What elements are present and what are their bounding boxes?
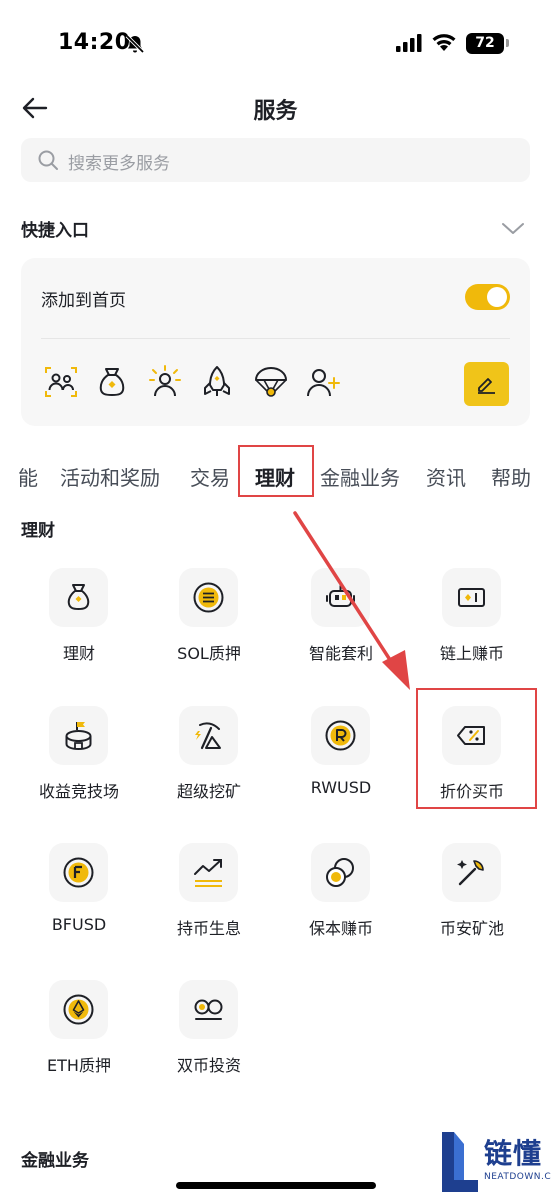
trend-up-icon bbox=[194, 859, 222, 887]
search-placeholder: 搜索更多服务 bbox=[68, 154, 170, 174]
tab-activities[interactable]: 活动和奖励 bbox=[60, 462, 160, 491]
chevron-down-icon[interactable] bbox=[500, 218, 526, 238]
search-icon bbox=[38, 150, 58, 170]
tile bbox=[179, 843, 238, 902]
nav-bar: 服务 bbox=[0, 85, 551, 130]
arena-icon bbox=[65, 722, 92, 751]
service-label: BFUSD bbox=[51, 915, 107, 934]
tile bbox=[49, 568, 108, 627]
money-bag-icon bbox=[67, 584, 90, 610]
service-rwusd[interactable]: RWUSD bbox=[276, 706, 406, 816]
tab-finance[interactable]: 金融业务 bbox=[320, 462, 400, 491]
tile bbox=[311, 706, 370, 765]
service-label: 币安矿池 bbox=[439, 919, 504, 938]
mining-pool-icon bbox=[457, 860, 484, 886]
tile bbox=[49, 980, 108, 1039]
tile bbox=[311, 843, 370, 902]
add-to-home-label: 添加到首页 bbox=[41, 291, 126, 311]
service-mining-pool[interactable]: 币安矿池 bbox=[407, 843, 537, 953]
watermark-text: 链懂 bbox=[484, 1137, 543, 1170]
rocket-icon[interactable] bbox=[199, 364, 235, 400]
battery-tip bbox=[506, 39, 509, 47]
service-label: 保本赚币 bbox=[308, 919, 373, 938]
highlight-box bbox=[416, 688, 537, 809]
tab-news[interactable]: 资讯 bbox=[426, 462, 466, 491]
finance-section-title: 金融业务 bbox=[21, 1151, 89, 1171]
tab-features[interactable]: 能 bbox=[18, 462, 38, 491]
service-label: ETH质押 bbox=[47, 1056, 111, 1075]
tile bbox=[49, 843, 108, 902]
watermark-sub: NEATDOWN.COM bbox=[484, 1172, 551, 1182]
sol-coin-icon bbox=[193, 582, 224, 613]
tile bbox=[442, 843, 501, 902]
watermark-logo: 链懂 NEATDOWN.COM bbox=[430, 1124, 551, 1200]
add-user-icon[interactable] bbox=[305, 364, 341, 400]
service-label: 链上赚币 bbox=[439, 644, 504, 663]
bfusd-coin-icon bbox=[63, 857, 94, 888]
service-label: 智能套利 bbox=[308, 644, 373, 663]
service-super-mining[interactable]: 超级挖矿 bbox=[144, 706, 274, 816]
pencil-icon bbox=[478, 378, 495, 394]
status-time: 14:20 bbox=[58, 30, 131, 55]
service-bfusd[interactable]: BFUSD bbox=[14, 843, 144, 953]
pickaxe-icon bbox=[195, 722, 221, 750]
quick-access-title: 快捷入口 bbox=[21, 221, 89, 241]
service-label: 持币生息 bbox=[176, 919, 241, 938]
service-label: RWUSD bbox=[310, 778, 372, 797]
money-bag-icon[interactable] bbox=[94, 364, 130, 400]
service-dual-investment[interactable]: 双币投资 bbox=[144, 980, 274, 1090]
service-label: SOL质押 bbox=[177, 644, 241, 663]
tab-help[interactable]: 帮助 bbox=[491, 462, 551, 491]
sun-person-icon[interactable] bbox=[147, 364, 183, 400]
home-indicator[interactable] bbox=[176, 1182, 376, 1189]
watermark-l-mark bbox=[442, 1132, 478, 1192]
tile bbox=[311, 568, 370, 627]
wealth-section-title: 理财 bbox=[21, 521, 55, 541]
service-label: 双币投资 bbox=[176, 1056, 241, 1075]
bell-muted-icon bbox=[125, 34, 145, 54]
tile bbox=[179, 568, 238, 627]
tile bbox=[179, 706, 238, 765]
tab-highlight-box bbox=[238, 445, 314, 497]
battery-indicator: 72 bbox=[466, 33, 504, 54]
add-to-home-toggle[interactable] bbox=[465, 284, 510, 310]
status-bar: 14:20 72 bbox=[0, 0, 551, 90]
parachute-icon[interactable] bbox=[253, 364, 289, 400]
wifi-icon bbox=[432, 34, 456, 51]
search-input[interactable]: 搜索更多服务 bbox=[21, 138, 530, 182]
toggle-knob bbox=[487, 287, 507, 307]
edit-quick-access-button[interactable] bbox=[464, 362, 509, 406]
quick-access-card: 添加到首页 bbox=[21, 258, 530, 426]
tile bbox=[442, 568, 501, 627]
service-wealth[interactable]: 理财 bbox=[14, 568, 144, 678]
service-onchain-earn[interactable]: 链上赚币 bbox=[407, 568, 537, 678]
service-sol-staking[interactable]: SOL质押 bbox=[144, 568, 274, 678]
card-divider bbox=[41, 338, 510, 339]
service-smart-arbitrage[interactable]: 智能套利 bbox=[276, 568, 406, 678]
dual-coin-icon bbox=[194, 999, 223, 1020]
service-label: 理财 bbox=[62, 644, 95, 663]
service-principal-protected[interactable]: 保本赚币 bbox=[276, 843, 406, 953]
robot-icon bbox=[326, 585, 355, 607]
service-label: 收益竞技场 bbox=[38, 782, 119, 801]
eth-coin-icon bbox=[63, 994, 94, 1025]
id-card-icon[interactable] bbox=[43, 364, 79, 400]
service-label: 超级挖矿 bbox=[176, 782, 241, 801]
tab-trading[interactable]: 交易 bbox=[190, 462, 230, 491]
tile bbox=[49, 706, 108, 765]
service-yield-arena[interactable]: 收益竞技场 bbox=[14, 706, 144, 816]
service-eth-staking[interactable]: ETH质押 bbox=[14, 980, 144, 1090]
coins-icon bbox=[326, 858, 354, 887]
page-title: 服务 bbox=[253, 99, 298, 124]
service-hold-earn[interactable]: 持币生息 bbox=[144, 843, 274, 953]
signal-icon bbox=[396, 34, 422, 52]
onchain-icon bbox=[458, 588, 485, 607]
tile bbox=[179, 980, 238, 1039]
rwusd-coin-icon bbox=[325, 720, 356, 751]
